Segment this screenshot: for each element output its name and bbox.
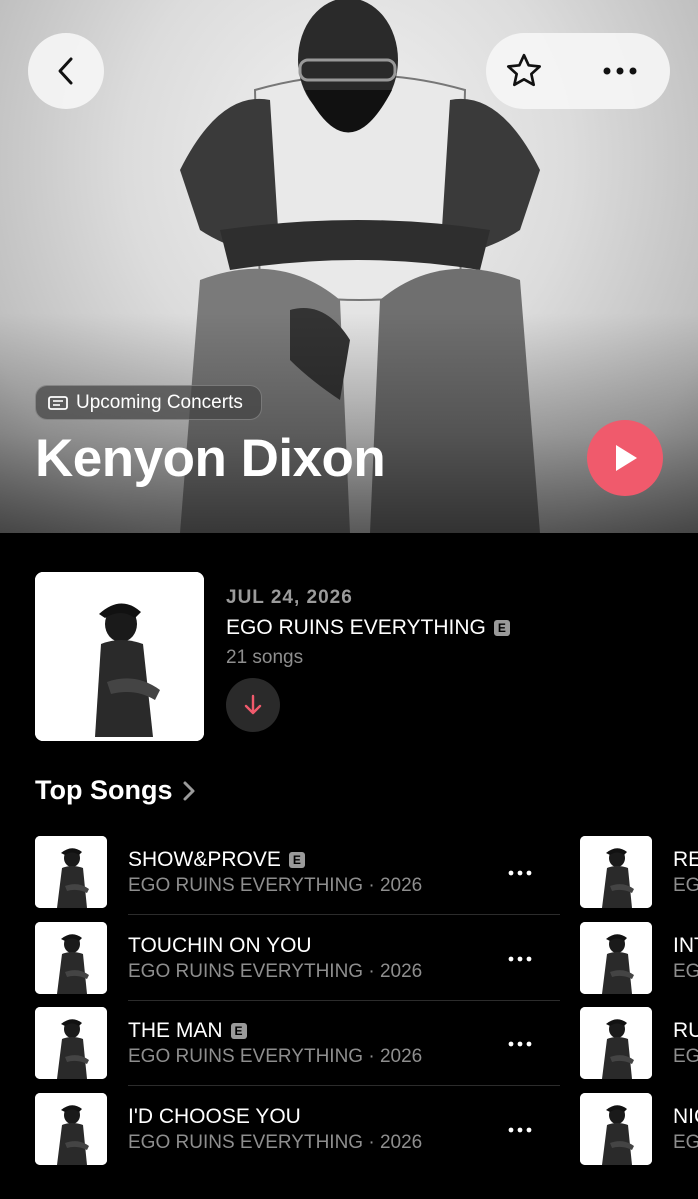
row-divider	[128, 914, 560, 915]
concert-chip-label: Upcoming Concerts	[76, 391, 243, 413]
song-row[interactable]: SHOW&PROVE E EGO RUINS EVERYTHING · 2026	[35, 836, 560, 922]
album-cover[interactable]	[35, 572, 204, 741]
song-row[interactable]: RE EG	[580, 836, 698, 922]
song-artwork	[35, 921, 107, 994]
song-artwork	[35, 1092, 107, 1165]
song-row[interactable]: NIC EG	[580, 1092, 698, 1179]
song-title: NIC	[673, 1104, 698, 1128]
artist-hero: Upcoming Concerts Kenyon Dixon	[0, 0, 698, 533]
song-subtitle: EGO RUINS EVERYTHING · 2026	[128, 960, 423, 982]
favorite-button[interactable]	[502, 49, 546, 93]
ellipsis-icon	[508, 1127, 532, 1132]
song-thumbnail	[580, 1007, 652, 1079]
song-title-text: TOUCHIN ON YOU	[128, 933, 312, 957]
upcoming-concerts-chip[interactable]: Upcoming Concerts	[35, 385, 262, 420]
song-more-button[interactable]	[500, 944, 540, 974]
back-button[interactable]	[28, 33, 104, 109]
song-subtitle: EGO RUINS EVERYTHING · 2026	[128, 1131, 423, 1153]
song-more-button[interactable]	[500, 1029, 540, 1059]
row-divider	[128, 999, 560, 1001]
song-more-button[interactable]	[500, 1115, 540, 1145]
song-thumbnail	[580, 836, 652, 908]
song-more-button[interactable]	[500, 858, 540, 888]
song-title: SHOW&PROVE E	[128, 848, 305, 872]
artist-name: Kenyon Dixon	[35, 429, 386, 488]
song-artwork	[580, 836, 652, 908]
star-icon	[507, 53, 541, 87]
header-actions	[486, 33, 670, 109]
download-button[interactable]	[226, 678, 280, 732]
song-title: RE	[673, 848, 698, 871]
explicit-badge: E	[288, 852, 305, 868]
ellipsis-icon	[603, 67, 637, 75]
song-subtitle: EG	[673, 1046, 698, 1067]
song-artwork	[35, 1007, 107, 1079]
song-title: RU	[673, 1019, 698, 1042]
release-title-text: EGO RUINS EVERYTHING	[226, 616, 486, 639]
explicit-badge: E	[493, 620, 510, 636]
song-thumbnail	[35, 1007, 107, 1079]
song-artwork	[35, 836, 107, 908]
song-row[interactable]: TOUCHIN ON YOU EGO RUINS EVERYTHING · 202…	[35, 921, 560, 1008]
song-subtitle: EG	[673, 875, 698, 896]
ellipsis-icon	[508, 956, 532, 961]
song-title: TOUCHIN ON YOU	[128, 934, 312, 958]
song-row[interactable]: RU EG	[580, 1007, 698, 1093]
song-title: INT	[673, 933, 698, 957]
song-thumbnail	[35, 836, 107, 908]
song-artwork	[580, 1007, 652, 1079]
song-subtitle: EGO RUINS EVERYTHING · 2026	[128, 1046, 423, 1067]
song-title-text: THE MAN	[128, 1019, 223, 1042]
song-row[interactable]: INT EG	[580, 921, 698, 1008]
ellipsis-icon	[508, 870, 532, 876]
song-title: I'D CHOOSE YOU	[128, 1105, 301, 1129]
song-thumbnail	[580, 1092, 652, 1165]
album-art	[35, 572, 204, 741]
play-button[interactable]	[587, 420, 663, 496]
hero-gradient	[0, 313, 698, 533]
release-title[interactable]: EGO RUINS EVERYTHING E	[226, 616, 510, 640]
song-subtitle: EG	[673, 1131, 698, 1153]
song-subtitle: EG	[673, 960, 698, 982]
release-date: JUL 24, 2026	[226, 587, 353, 608]
song-title-text: I'D CHOOSE YOU	[128, 1104, 301, 1128]
song-row[interactable]: THE MAN E EGO RUINS EVERYTHING · 2026	[35, 1007, 560, 1093]
song-thumbnail	[580, 921, 652, 994]
song-artwork	[580, 1092, 652, 1165]
release-song-count: 21 songs	[226, 647, 304, 668]
chevron-left-icon	[58, 57, 73, 85]
song-subtitle: EGO RUINS EVERYTHING · 2026	[128, 875, 423, 896]
song-thumbnail	[35, 1092, 107, 1165]
song-title-text: SHOW&PROVE	[128, 848, 281, 871]
song-thumbnail	[35, 921, 107, 994]
top-songs-title: Top Songs	[35, 775, 173, 805]
ellipsis-icon	[508, 1041, 532, 1047]
explicit-badge: E	[230, 1023, 247, 1039]
song-row[interactable]: I'D CHOOSE YOU EGO RUINS EVERYTHING · 202…	[35, 1092, 560, 1179]
song-title: THE MAN E	[128, 1019, 247, 1043]
song-artwork	[580, 921, 652, 994]
chevron-right-icon	[183, 781, 195, 800]
play-icon	[616, 445, 637, 471]
arrow-down-icon	[244, 694, 262, 715]
more-options-button[interactable]	[598, 49, 642, 93]
ticket-icon	[48, 395, 68, 410]
row-divider	[128, 1085, 560, 1086]
top-songs-header[interactable]: Top Songs	[35, 775, 196, 806]
